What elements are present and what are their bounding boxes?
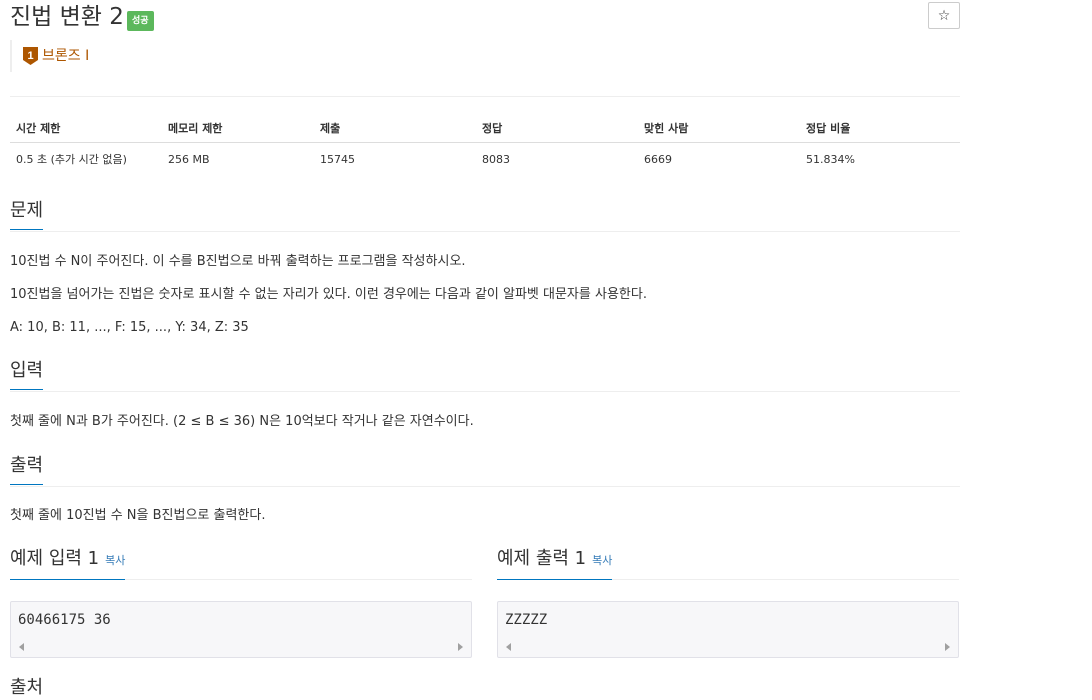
tier-label[interactable]: 브론즈 I <box>42 46 89 66</box>
sample-input-heading: 예제 입력 1 복사 <box>10 547 126 580</box>
problem-title: 진법 변환 2 <box>10 4 124 30</box>
time-limit-header: 시간 제한 <box>10 110 162 143</box>
problem-section-title: 문제 <box>10 199 44 230</box>
sample-input-header: 예제 입력 1 복사 <box>10 547 472 580</box>
output-section-title: 출력 <box>10 454 44 485</box>
divider <box>10 96 960 97</box>
solvers-header: 맞힌 사람 <box>638 110 800 143</box>
sample-output-title: 예제 출력 1 <box>497 548 587 569</box>
problem-info-table: 시간 제한 메모리 제한 제출 정답 맞힌 사람 정답 비율 0.5 초 (추가… <box>10 110 960 175</box>
input-section-title: 입력 <box>10 359 44 390</box>
scroll-right-icon[interactable] <box>945 643 950 651</box>
time-limit-value: 0.5 초 (추가 시간 없음) <box>16 153 127 166</box>
scroll-left-icon[interactable] <box>19 643 24 651</box>
output-description: 첫째 줄에 10진법 수 N을 B진법으로 출력한다. <box>10 508 266 523</box>
problem-description-line: 10진법 수 N이 주어진다. 이 수를 B진법으로 바꿔 출력하는 프로그램을… <box>10 254 466 269</box>
ratio-header: 정답 비율 <box>800 110 960 143</box>
memory-limit-header: 메모리 제한 <box>162 110 314 143</box>
sample-input-title: 예제 입력 1 <box>10 548 100 569</box>
tier-row: 1 브론즈 I <box>10 40 142 72</box>
table-header-row: 시간 제한 메모리 제한 제출 정답 맞힌 사람 정답 비율 <box>10 110 960 143</box>
bronze-tier-icon: 1 <box>23 47 38 65</box>
horizontal-scrollbar[interactable] <box>11 637 471 657</box>
problem-page: 진법 변환 2 성공 ☆ 1 브론즈 I 시간 제한 메모리 제한 제출 정답 … <box>10 0 960 698</box>
horizontal-scrollbar[interactable] <box>498 637 958 657</box>
submissions-value: 15745 <box>320 152 355 166</box>
table-row: 0.5 초 (추가 시간 없음) 256 MB 15745 8083 6669 … <box>10 143 960 176</box>
submissions-header: 제출 <box>314 110 476 143</box>
output-section-header: 출력 <box>10 454 960 487</box>
sample-input-box[interactable]: 60466175 36 <box>10 601 472 658</box>
sample-output-header: 예제 출력 1 복사 <box>497 547 959 580</box>
solvers-value: 6669 <box>644 152 672 166</box>
problem-description-line: A: 10, B: 11, ..., F: 15, ..., Y: 34, Z:… <box>10 320 249 335</box>
sample-output-box[interactable]: ZZZZZ <box>497 601 959 658</box>
star-button[interactable]: ☆ <box>928 2 960 29</box>
copy-sample-input-button[interactable]: 복사 <box>105 554 125 567</box>
star-icon: ☆ <box>937 8 951 24</box>
tier-number: 1 <box>27 50 33 62</box>
input-description: 첫째 줄에 N과 B가 주어진다. (2 ≤ B ≤ 36) N은 10억보다 … <box>10 414 474 429</box>
sample-output-value: ZZZZZ <box>505 612 548 628</box>
memory-limit-value: 256 MB <box>168 152 210 166</box>
scroll-right-icon[interactable] <box>458 643 463 651</box>
problem-description-line: 10진법을 넘어가는 진법은 숫자로 표시할 수 없는 자리가 있다. 이런 경… <box>10 287 647 302</box>
source-section-title: 출처 <box>10 677 44 698</box>
scroll-left-icon[interactable] <box>506 643 511 651</box>
copy-sample-output-button[interactable]: 복사 <box>592 554 612 567</box>
accepted-header: 정답 <box>476 110 638 143</box>
problem-section-header: 문제 <box>10 199 960 232</box>
input-section-header: 입력 <box>10 359 960 392</box>
sample-output-heading: 예제 출력 1 복사 <box>497 547 613 580</box>
problem-header: 진법 변환 2 성공 ☆ <box>10 0 960 36</box>
ratio-value: 51.834% <box>806 152 855 166</box>
result-badge: 성공 <box>127 11 154 31</box>
sample-input-value: 60466175 36 <box>18 612 111 628</box>
accepted-value: 8083 <box>482 152 510 166</box>
